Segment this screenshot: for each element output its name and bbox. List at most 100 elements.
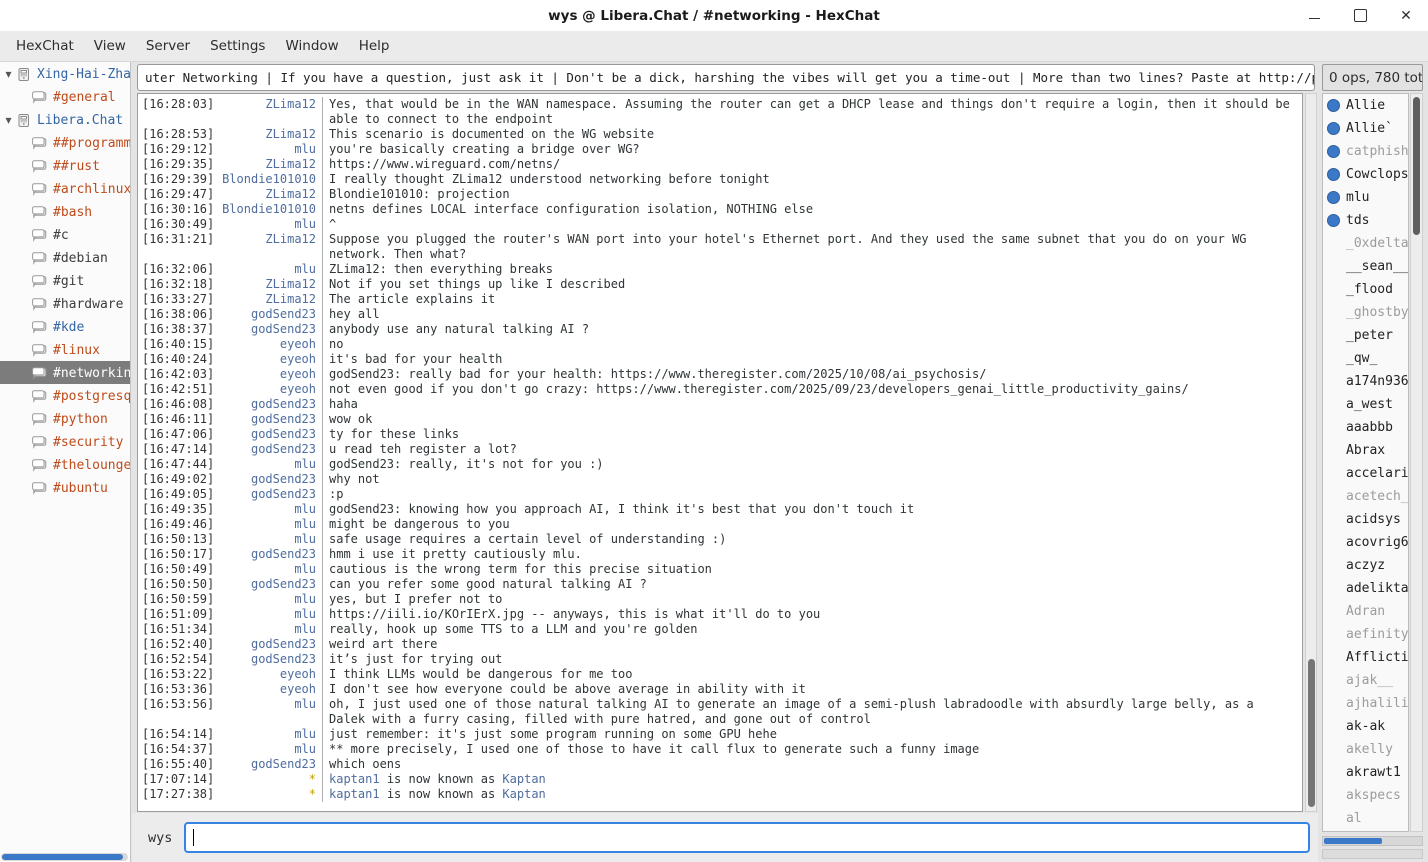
title-bar[interactable]: wys @ Libera.Chat / #networking - HexCha…: [0, 0, 1428, 32]
old-nick: kaptan1: [329, 772, 380, 786]
user-list-item[interactable]: aefinity: [1323, 623, 1408, 646]
user-list-item[interactable]: Allie: [1323, 94, 1408, 117]
expander-icon[interactable]: [0, 67, 17, 82]
chat-scrollbar-thumb[interactable]: [1308, 659, 1315, 807]
user-list-item[interactable]: Afflictio: [1323, 646, 1408, 669]
user-list-item[interactable]: _peter: [1323, 324, 1408, 347]
user-list-item[interactable]: _ghostbyt: [1323, 301, 1408, 324]
close-icon[interactable]: ✕: [1398, 8, 1414, 24]
tree-channel-row[interactable]: #ubuntu: [0, 476, 130, 499]
tree-channel-row[interactable]: #git: [0, 269, 130, 292]
chat-message-row: [16:50:17]godSend23hmm i use it pretty c…: [138, 547, 1302, 562]
menu-window[interactable]: Window: [275, 33, 348, 59]
tree-server-row[interactable]: Xing-Hai-Zhan: [0, 62, 130, 85]
menu-view[interactable]: View: [84, 33, 136, 59]
user-list-item[interactable]: akelly: [1323, 738, 1408, 761]
tree-label: #linux: [53, 343, 100, 358]
user-list-item[interactable]: ak-ak: [1323, 715, 1408, 738]
tree-channel-row[interactable]: #networking: [0, 361, 130, 384]
chat-scrollbar[interactable]: [1305, 93, 1317, 812]
topic-bar[interactable]: uter Networking | If you have a question…: [137, 64, 1315, 91]
tree-channel-row[interactable]: ##programmi: [0, 131, 130, 154]
user-list-item[interactable]: acidsys: [1323, 508, 1408, 531]
message-timestamp: [16:53:22]: [138, 667, 218, 682]
expander-icon[interactable]: [0, 113, 17, 128]
tree-channel-row[interactable]: ##rust: [0, 154, 130, 177]
tree-channel-row[interactable]: #debian: [0, 246, 130, 269]
tree-horizontal-scrollbar[interactable]: [1, 853, 128, 861]
user-name: ajak__: [1346, 673, 1393, 688]
user-list-item[interactable]: ajhalili2: [1323, 692, 1408, 715]
user-name: aaabbb: [1346, 420, 1393, 435]
user-list-item[interactable]: a174n936: [1323, 370, 1408, 393]
tree-channel-row[interactable]: #security: [0, 430, 130, 453]
tree-channel-row[interactable]: #archlinux: [0, 177, 130, 200]
userlist-scrollbar-thumb[interactable]: [1413, 97, 1420, 235]
message-text: https://www.wireguard.com/netns/: [322, 157, 1302, 172]
message-text: I really thought ZLima12 understood netw…: [322, 172, 1302, 187]
user-list-item[interactable]: aaabbb: [1323, 416, 1408, 439]
user-name: Allie`: [1346, 121, 1393, 136]
message-timestamp: [16:30:49]: [138, 217, 218, 232]
user-name: acidsys: [1346, 512, 1401, 527]
message-nick: mlu: [218, 517, 322, 532]
message-text: I think LLMs would be dangerous for me t…: [322, 667, 1302, 682]
message-text: safe usage requires a certain level of u…: [322, 532, 1302, 547]
message-text: u read teh register a lot?: [322, 442, 1302, 457]
message-nick: eyeoh: [218, 682, 322, 697]
message-timestamp: [16:38:37]: [138, 322, 218, 337]
user-list-item[interactable]: tds: [1323, 209, 1408, 232]
chat-message-row: [16:50:50]godSend23can you refer some go…: [138, 577, 1302, 592]
tree-channel-row[interactable]: #python: [0, 407, 130, 430]
user-list-item[interactable]: Abrax: [1323, 439, 1408, 462]
tree-channel-row[interactable]: #postgresql: [0, 384, 130, 407]
message-input[interactable]: [184, 822, 1310, 853]
user-list-item[interactable]: acovrig60: [1323, 531, 1408, 554]
tree-channel-row[interactable]: #kde: [0, 315, 130, 338]
message-nick: Blondie101010: [218, 202, 322, 217]
user-list[interactable]: Allie Allie` catphishCowclops`mlutds_0xdel…: [1322, 93, 1409, 832]
user-list-item[interactable]: ajak__: [1323, 669, 1408, 692]
user-list-item[interactable]: aczyz: [1323, 554, 1408, 577]
user-list-item[interactable]: akspecs: [1323, 784, 1408, 807]
user-list-item[interactable]: acetech_: [1323, 485, 1408, 508]
tree-channel-row[interactable]: #general: [0, 85, 130, 108]
menu-help[interactable]: Help: [349, 33, 400, 59]
menu-settings[interactable]: Settings: [200, 33, 275, 59]
user-name: ak-ak: [1346, 719, 1385, 734]
user-list-item[interactable]: a_west: [1323, 393, 1408, 416]
userlist-horizontal-scrollbar[interactable]: [1322, 836, 1423, 846]
menu-server[interactable]: Server: [136, 33, 200, 59]
menu-hexchat[interactable]: HexChat: [6, 33, 84, 59]
user-list-item[interactable]: accelario: [1323, 462, 1408, 485]
user-list-item[interactable]: adeliktas: [1323, 577, 1408, 600]
chat-area[interactable]: [16:28:03]ZLima12Yes, that would be in t…: [137, 93, 1303, 812]
chat-message-row: [16:50:49]mlucautious is the wrong term …: [138, 562, 1302, 577]
chat-message-row: [16:29:12]mluyou're basically creating a…: [138, 142, 1302, 157]
maximize-icon[interactable]: [1352, 8, 1368, 24]
user-list-item[interactable]: __sean__: [1323, 255, 1408, 278]
user-list-item[interactable]: catphish: [1323, 140, 1408, 163]
minimize-icon[interactable]: [1306, 8, 1322, 24]
message-timestamp: [17:27:38]: [138, 787, 218, 802]
user-list-item[interactable]: Allie`: [1323, 117, 1408, 140]
userlist-hscrollbar-thumb[interactable]: [1324, 838, 1382, 844]
user-list-item[interactable]: _0xdelta: [1323, 232, 1408, 255]
tree-channel-row[interactable]: #hardware: [0, 292, 130, 315]
user-list-item[interactable]: akrawt1: [1323, 761, 1408, 784]
user-list-item[interactable]: Cowclops`: [1323, 163, 1408, 186]
user-list-item[interactable]: mlu: [1323, 186, 1408, 209]
tree-scrollbar-thumb[interactable]: [2, 854, 123, 860]
user-list-item[interactable]: _flood: [1323, 278, 1408, 301]
tree-channel-row[interactable]: #bash: [0, 200, 130, 223]
tree-channel-row[interactable]: #thelounge: [0, 453, 130, 476]
tree-channel-row[interactable]: #linux: [0, 338, 130, 361]
channel-tree[interactable]: Xing-Hai-Zhan#generalLibera.Chat##progra…: [0, 62, 131, 862]
tree-channel-row[interactable]: #c: [0, 223, 130, 246]
user-list-item[interactable]: Adran: [1323, 600, 1408, 623]
tree-server-row[interactable]: Libera.Chat: [0, 108, 130, 131]
message-text: The article explains it: [322, 292, 1302, 307]
userlist-scrollbar[interactable]: [1410, 93, 1423, 832]
user-list-item[interactable]: _qw_: [1323, 347, 1408, 370]
user-list-item[interactable]: al: [1323, 807, 1408, 830]
